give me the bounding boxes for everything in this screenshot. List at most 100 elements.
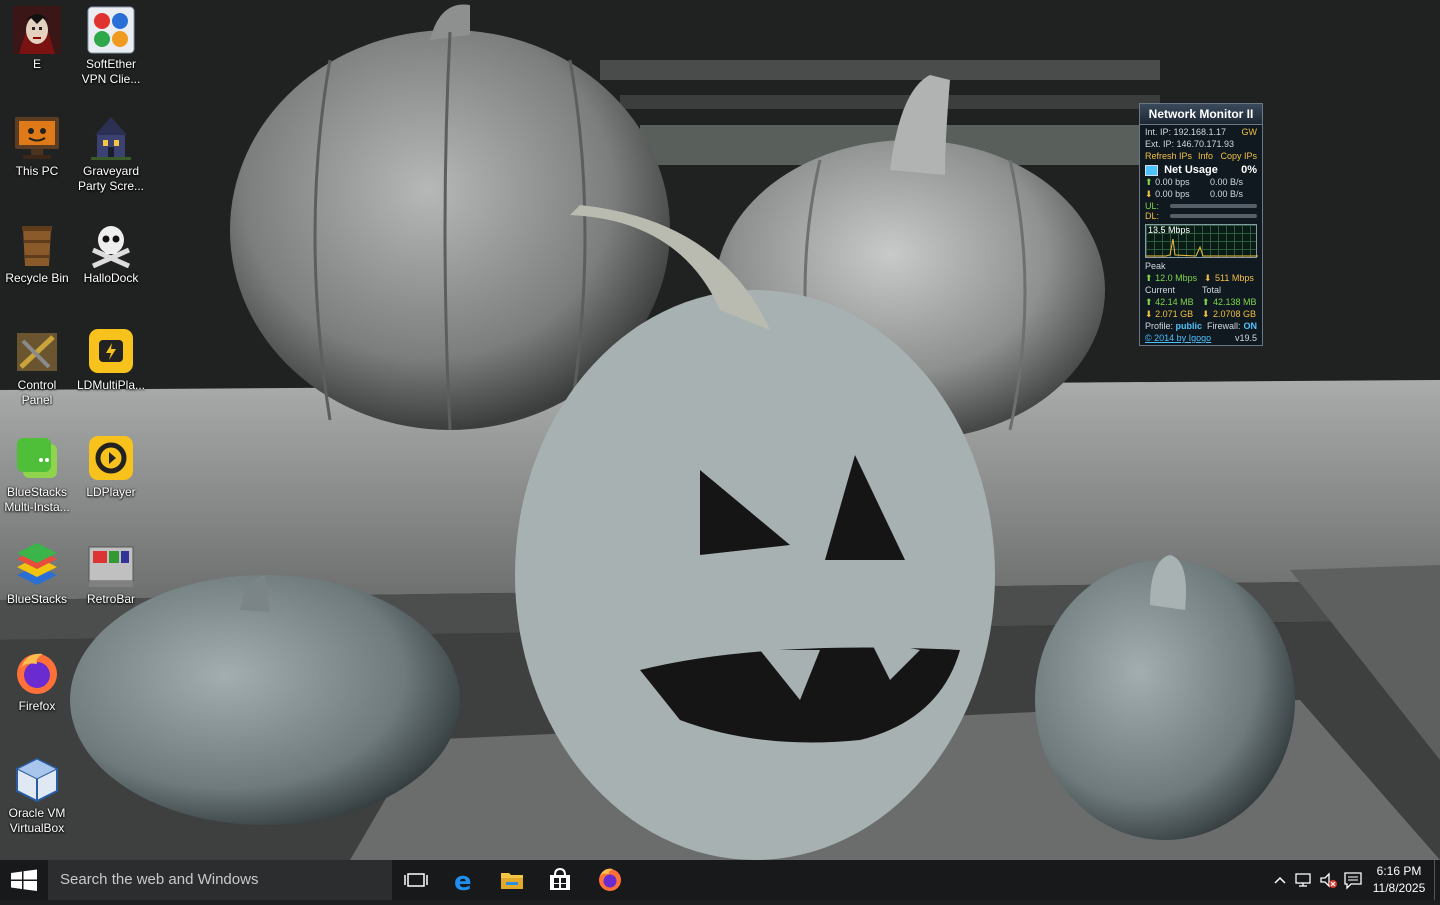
- desktop-icon-firefox[interactable]: Firefox: [0, 642, 74, 742]
- upload-bytes: 0.00 B/s: [1210, 177, 1244, 187]
- taskbar-clock[interactable]: 6:16 PM 11/8/2025: [1366, 863, 1432, 897]
- version-label: v19.5: [1234, 333, 1257, 343]
- desktop-icon-label: Recycle Bin: [5, 271, 69, 285]
- desktop-icon-virtualbox[interactable]: Oracle VM VirtualBox: [0, 749, 74, 849]
- network-icon[interactable]: [1294, 870, 1314, 890]
- peak-up-value: 12.0 Mbps: [1155, 273, 1198, 283]
- total-up-value: 42.138 MB: [1213, 297, 1257, 307]
- folder-icon: [501, 873, 523, 889]
- task-view-icon: [404, 873, 428, 887]
- volume-muted-icon[interactable]: [1318, 870, 1338, 890]
- dl-label: DL:: [1145, 211, 1160, 221]
- total-down-value: 2.0708 GB: [1213, 309, 1257, 319]
- peak-down-value: 511 Mbps: [1215, 273, 1254, 283]
- firefox-taskbar-button[interactable]: [586, 860, 634, 900]
- total-label: Total: [1202, 285, 1222, 295]
- virtualbox-cube-icon: [13, 755, 61, 803]
- peak-label: Peak: [1145, 261, 1166, 271]
- edge-taskbar-button[interactable]: e: [440, 860, 488, 900]
- haunted-house-icon: [87, 113, 135, 161]
- windows-logo-icon: [11, 869, 37, 891]
- clock-date: 11/8/2025: [1372, 881, 1426, 895]
- ldmultiplayer-icon: [87, 327, 135, 375]
- desktop-icon-softether[interactable]: SoftEther VPN Clie...: [74, 0, 148, 100]
- desktop-icon-label: Oracle VM VirtualBox: [8, 806, 66, 835]
- copy-ips-link[interactable]: Copy IPs: [1220, 151, 1257, 162]
- internal-ip: Int. IP: 192.168.1.17: [1145, 127, 1227, 137]
- bluestacks-multi-instance-icon: [13, 434, 61, 482]
- gateway-link[interactable]: GW: [1242, 127, 1258, 138]
- network-monitor-gadget[interactable]: Network Monitor II Int. IP: 192.168.1.17…: [1139, 103, 1263, 346]
- total-down-icon: ⬇: [1202, 309, 1210, 319]
- desktop-icon-label: HalloDock: [83, 271, 139, 285]
- firewall-value: ON: [1243, 321, 1258, 331]
- desktop-icon-control-panel[interactable]: Control Panel: [0, 321, 74, 421]
- peak-down-icon: ⬇: [1204, 273, 1212, 283]
- desktop-icon-bluestacks[interactable]: BlueStacks: [0, 535, 74, 635]
- search-input[interactable]: Search the web and Windows: [48, 860, 392, 900]
- bluestacks-icon: [13, 541, 61, 589]
- info-link[interactable]: Info: [1198, 151, 1213, 162]
- net-usage-label: Net Usage: [1164, 164, 1218, 176]
- upload-bps: 0.00 bps: [1155, 177, 1190, 187]
- file-explorer-taskbar-button[interactable]: [488, 860, 536, 900]
- current-up-icon: ⬆: [1145, 297, 1153, 307]
- current-down-value: 2.071 GB: [1155, 309, 1194, 319]
- desktop-icon-label: BlueStacks Multi-Insta...: [4, 485, 70, 514]
- traffic-graph: 13.5 Mbps: [1145, 224, 1258, 258]
- desktop-icon-label: E: [32, 57, 41, 71]
- desktop-icon-ldplayer[interactable]: LDPlayer: [74, 428, 148, 528]
- desktop-icon-ldmultiplayer[interactable]: LDMultiPla...: [74, 321, 148, 421]
- desktop-icon-label: Control Panel: [17, 378, 57, 407]
- firefox-icon: [13, 648, 61, 696]
- task-view-button[interactable]: [392, 860, 440, 900]
- taskbar: Search the web and Windows e 6:16 PM 11/…: [0, 860, 1440, 900]
- ul-label: UL:: [1145, 201, 1160, 211]
- clock-time: 6:16 PM: [1376, 864, 1422, 878]
- profile-label: Profile:: [1145, 321, 1174, 331]
- softether-vpn-icon: [87, 6, 135, 54]
- total-up-icon: ⬆: [1202, 297, 1210, 307]
- refresh-ips-link[interactable]: Refresh IPs: [1145, 151, 1192, 161]
- retrobar-icon: [87, 541, 135, 589]
- peak-up-icon: ⬆: [1145, 273, 1153, 283]
- store-bag-icon: [550, 867, 570, 890]
- tools-chest-icon: [13, 327, 61, 375]
- desktop-icon-e[interactable]: E: [0, 0, 74, 100]
- desktop-icon-label: LDPlayer: [86, 485, 136, 499]
- upload-arrow-icon: ⬆: [1145, 177, 1153, 187]
- current-down-icon: ⬇: [1145, 309, 1153, 319]
- desktop-icon-bluestacks-multi[interactable]: BlueStacks Multi-Insta...: [0, 428, 74, 528]
- skull-crossbones-icon: [87, 220, 135, 269]
- desktop-icon-recycle-bin[interactable]: Recycle Bin: [0, 214, 74, 314]
- desktop-icon-this-pc[interactable]: This PC: [0, 107, 74, 207]
- desktop-icon-label: RetroBar: [86, 592, 136, 606]
- desktop-icon-label: SoftEther VPN Clie...: [81, 57, 141, 86]
- desktop-icon-hallodock[interactable]: HalloDock: [74, 214, 148, 314]
- credit-link[interactable]: © 2014 by Igogo: [1145, 333, 1211, 343]
- profile-value: public: [1175, 321, 1203, 331]
- upload-usage-bar: [1170, 204, 1257, 208]
- store-taskbar-button[interactable]: [536, 860, 584, 900]
- wooden-barrel-bin-icon: [13, 220, 61, 268]
- firewall-label: Firewall:: [1207, 321, 1241, 331]
- external-ip: Ext. IP: 146.70.171.93: [1145, 139, 1235, 149]
- desktop-icon-label: BlueStacks: [6, 592, 68, 606]
- ldplayer-icon: [87, 434, 135, 482]
- desktop-icon-graveyard-party[interactable]: Graveyard Party Scre...: [74, 107, 148, 207]
- svg-text:e: e: [454, 867, 472, 897]
- start-button[interactable]: [0, 860, 48, 900]
- download-bytes: 0.00 B/s: [1210, 189, 1244, 199]
- edge-icon: e: [454, 867, 472, 897]
- notifications-icon[interactable]: [1343, 870, 1363, 890]
- download-bps: 0.00 bps: [1155, 189, 1190, 199]
- network-adapter-icon: [1145, 164, 1158, 176]
- desktop-icon-label: Firefox: [18, 699, 56, 713]
- chevron-up-icon[interactable]: [1270, 870, 1290, 890]
- desktop-icon-label: This PC: [15, 164, 59, 178]
- search-placeholder: Search the web and Windows: [60, 871, 259, 888]
- vampire-portrait-icon: [13, 6, 61, 54]
- desktop-icon-retrobar[interactable]: RetroBar: [74, 535, 148, 635]
- show-desktop-button[interactable]: [1434, 860, 1440, 900]
- traffic-graph-lines: [1146, 238, 1258, 257]
